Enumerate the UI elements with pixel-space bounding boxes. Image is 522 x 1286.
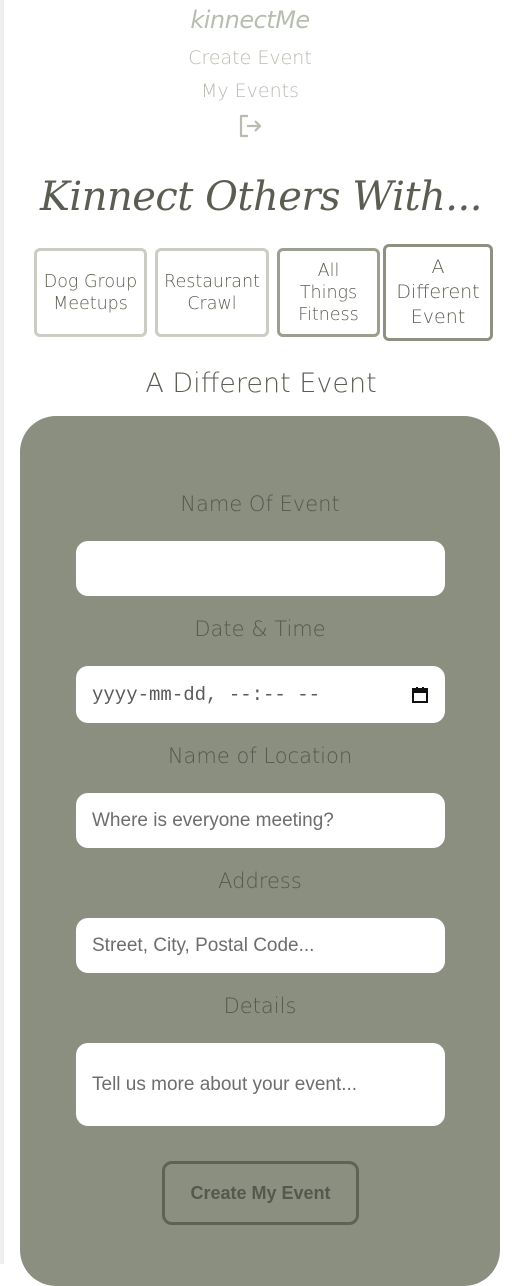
brand-logo[interactable]: kinnectMe — [0, 6, 500, 34]
event-name-input[interactable] — [76, 541, 445, 596]
address-label: Address — [218, 869, 302, 893]
event-type-label-line: Event — [410, 306, 466, 328]
datetime-placeholder: yyyy-mm-dd, --:-- -- — [92, 683, 321, 706]
location-input[interactable]: Where is everyone meeting? — [76, 793, 445, 848]
event-type-label-line: Fitness — [298, 304, 359, 325]
event-type-different-event[interactable]: A Different Event — [383, 244, 493, 341]
details-label: Details — [223, 994, 297, 1018]
event-name-label: Name Of Event — [180, 492, 340, 516]
event-type-label-line: Crawl — [187, 293, 237, 314]
event-type-dog-group[interactable]: Dog Group Meetups — [34, 248, 147, 337]
details-textarea[interactable]: Tell us more about your event... — [76, 1043, 445, 1126]
form-heading: A Different Event — [145, 368, 377, 399]
event-type-restaurant-crawl[interactable]: Restaurant Crawl — [155, 248, 269, 337]
event-type-label-line: Things — [299, 282, 358, 303]
event-type-label-line: Meetups — [53, 293, 128, 314]
calendar-icon[interactable] — [411, 686, 429, 704]
address-input[interactable]: Street, City, Postal Code... — [76, 918, 445, 973]
datetime-label: Date & Time — [194, 617, 326, 641]
logout-icon[interactable] — [236, 112, 264, 140]
event-type-label-line: Different — [396, 281, 480, 303]
nav-create-event[interactable]: Create Event — [0, 47, 500, 69]
event-type-label-line: Restaurant — [164, 271, 260, 292]
datetime-input[interactable]: yyyy-mm-dd, --:-- -- — [76, 666, 445, 723]
event-type-label-line: Dog Group — [43, 271, 138, 292]
event-type-label-line: All — [317, 260, 340, 281]
event-type-label-line: A — [431, 256, 445, 278]
location-label: Name of Location — [167, 744, 353, 768]
hero-title: Kinnect Others With... — [40, 174, 482, 220]
nav-my-events[interactable]: My Events — [0, 80, 500, 102]
event-type-all-things-fitness[interactable]: All Things Fitness — [277, 248, 380, 337]
create-event-button[interactable]: Create My Event — [162, 1161, 359, 1225]
